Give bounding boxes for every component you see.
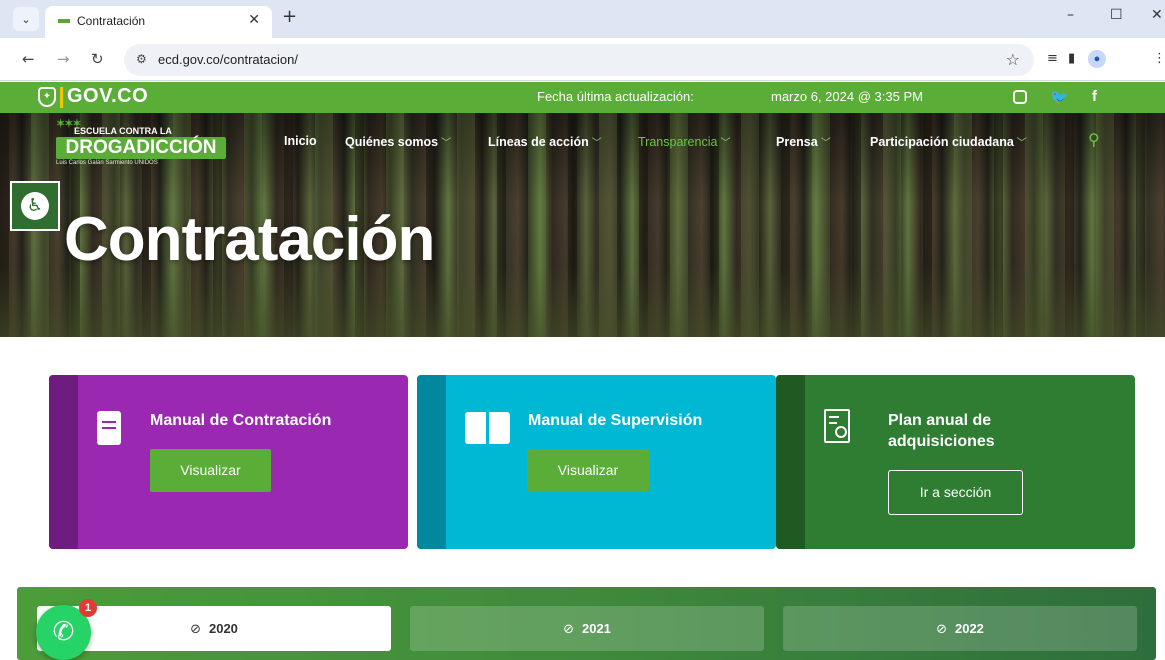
close-icon[interactable]: ✕ bbox=[248, 12, 260, 28]
chevron-down-icon: ﹀ bbox=[720, 138, 731, 149]
gov-logo[interactable]: GOV.CO bbox=[67, 85, 148, 108]
year-tab-2021[interactable]: ⊘ 2021 bbox=[410, 606, 764, 651]
year-label: 2020 bbox=[208, 621, 238, 636]
plus-icon[interactable]: + bbox=[282, 6, 297, 27]
nav-label: Transparencia bbox=[638, 135, 718, 149]
favicon bbox=[58, 19, 70, 23]
chevron-down-icon: ﹀ bbox=[441, 138, 452, 149]
chevron-down-icon: ﹀ bbox=[820, 138, 831, 149]
card-plan-anual: Plan anual de adquisiciones Ir a sección bbox=[776, 375, 1135, 549]
card-title: Manual de Contratación bbox=[150, 412, 332, 429]
nav-label: Prensa bbox=[776, 135, 818, 149]
card-title-line: adquisiciones bbox=[888, 433, 995, 450]
nav-label: Líneas de acción bbox=[488, 135, 589, 149]
back-icon[interactable]: ← bbox=[22, 50, 35, 68]
site-settings-icon[interactable]: ⚙ bbox=[136, 52, 147, 66]
search-icon[interactable]: ⚲ bbox=[1088, 130, 1100, 149]
nav-item-quienes-somos[interactable]: Quiénes somos ﹀ bbox=[345, 134, 451, 149]
reading-list-icon[interactable]: ≡ bbox=[1047, 51, 1058, 66]
divider bbox=[60, 87, 63, 108]
update-label: Fecha última actualización: bbox=[537, 89, 694, 104]
nav-label: Participación ciudadana bbox=[870, 135, 1014, 149]
globe-icon: ⊘ bbox=[190, 622, 201, 637]
open-book-icon bbox=[465, 412, 511, 444]
page-title: Contratación bbox=[64, 205, 435, 274]
forward-icon[interactable]: → bbox=[57, 50, 70, 68]
site-logo[interactable]: ✶✶✶ ESCUELA CONTRA LA DROGADICCIÓN Luis … bbox=[56, 117, 228, 169]
star-icon[interactable]: ☆ bbox=[1006, 50, 1020, 69]
tab-title: Contratación bbox=[77, 14, 146, 28]
url-text[interactable]: ecd.gov.co/contratacion/ bbox=[158, 52, 298, 67]
accessibility-icon: ♿ bbox=[21, 192, 49, 220]
card-manual-supervision: Manual de Supervisión Visualizar bbox=[417, 375, 776, 549]
nav-item-inicio[interactable]: Inicio bbox=[284, 134, 317, 148]
card-title-line: Plan anual de bbox=[888, 412, 992, 429]
visualizar-button[interactable]: Visualizar bbox=[150, 449, 271, 492]
globe-icon: ⊘ bbox=[936, 622, 947, 637]
logo-sub-text: Luis Carlos Galán Sarmiento UNIDOS bbox=[56, 160, 158, 166]
nav-item-transparencia[interactable]: Transparencia ﹀ bbox=[638, 134, 730, 149]
browser-tab-bar: ⌄ Contratación ✕ + – ☐ ✕ bbox=[0, 0, 1165, 38]
tab-dropdown-icon[interactable]: ⌄ bbox=[13, 7, 39, 31]
nav-item-participacion-ciudadana[interactable]: Participación ciudadana ﹀ bbox=[870, 134, 1027, 149]
url-field[interactable]: ⚙ ecd.gov.co/contratacion/ ☆ bbox=[124, 44, 1034, 76]
minimize-icon[interactable]: – bbox=[1067, 7, 1074, 23]
nav-item-prensa[interactable]: Prensa ﹀ bbox=[776, 134, 831, 149]
gov-bar: ✦ GOV.CO Fecha última actualización: mar… bbox=[0, 82, 1165, 113]
card-title: Plan anual de adquisiciones bbox=[888, 410, 995, 452]
globe-icon: ⊘ bbox=[563, 622, 574, 637]
nav-item-lineas-de-accion[interactable]: Líneas de acción ﹀ bbox=[488, 134, 602, 149]
chevron-down-icon: ﹀ bbox=[591, 138, 602, 149]
visualizar-button[interactable]: Visualizar bbox=[527, 449, 649, 492]
card-title: Manual de Supervisión bbox=[528, 412, 703, 429]
document-search-icon bbox=[824, 409, 850, 443]
card-stripe bbox=[417, 375, 446, 549]
profile-icon[interactable]: ● bbox=[1088, 50, 1106, 68]
facebook-icon[interactable]: f bbox=[1092, 88, 1097, 105]
hero-ground bbox=[0, 267, 1165, 337]
menu-icon[interactable]: ⋮ bbox=[1153, 51, 1165, 66]
card-stripe bbox=[49, 375, 78, 549]
update-date: marzo 6, 2024 @ 3:35 PM bbox=[771, 89, 923, 104]
chevron-down-icon: ﹀ bbox=[1016, 138, 1027, 149]
sidebar-icon[interactable]: ▮ bbox=[1068, 51, 1075, 66]
twitter-icon[interactable]: 🐦 bbox=[1050, 88, 1069, 106]
year-tab-2022[interactable]: ⊘ 2022 bbox=[783, 606, 1137, 651]
year-label: 2022 bbox=[954, 621, 984, 636]
logo-top-text: ESCUELA CONTRA LA bbox=[74, 126, 172, 136]
ir-a-seccion-button[interactable]: Ir a sección bbox=[888, 470, 1023, 515]
notification-badge: 1 bbox=[79, 599, 97, 617]
browser-tab[interactable]: Contratación ✕ bbox=[45, 6, 272, 38]
close-window-icon[interactable]: ✕ bbox=[1151, 7, 1163, 23]
card-manual-contratacion: Manual de Contratación Visualizar bbox=[49, 375, 408, 549]
instagram-icon[interactable] bbox=[1013, 90, 1027, 104]
maximize-icon[interactable]: ☐ bbox=[1110, 7, 1123, 23]
reload-icon[interactable]: ↻ bbox=[91, 50, 104, 68]
gov-shield-icon: ✦ bbox=[38, 87, 56, 107]
logo-main-text: DROGADICCIÓN bbox=[56, 137, 226, 159]
address-bar-row: ← → ↻ ⚙ ecd.gov.co/contratacion/ ☆ ≡ ▮ ●… bbox=[0, 38, 1165, 81]
nav-label: Inicio bbox=[284, 134, 317, 148]
book-icon bbox=[97, 411, 121, 445]
nav-label: Quiénes somos bbox=[345, 135, 439, 149]
year-label: 2021 bbox=[581, 621, 611, 636]
card-stripe bbox=[776, 375, 805, 549]
accessibility-button[interactable]: ♿ bbox=[10, 181, 60, 231]
